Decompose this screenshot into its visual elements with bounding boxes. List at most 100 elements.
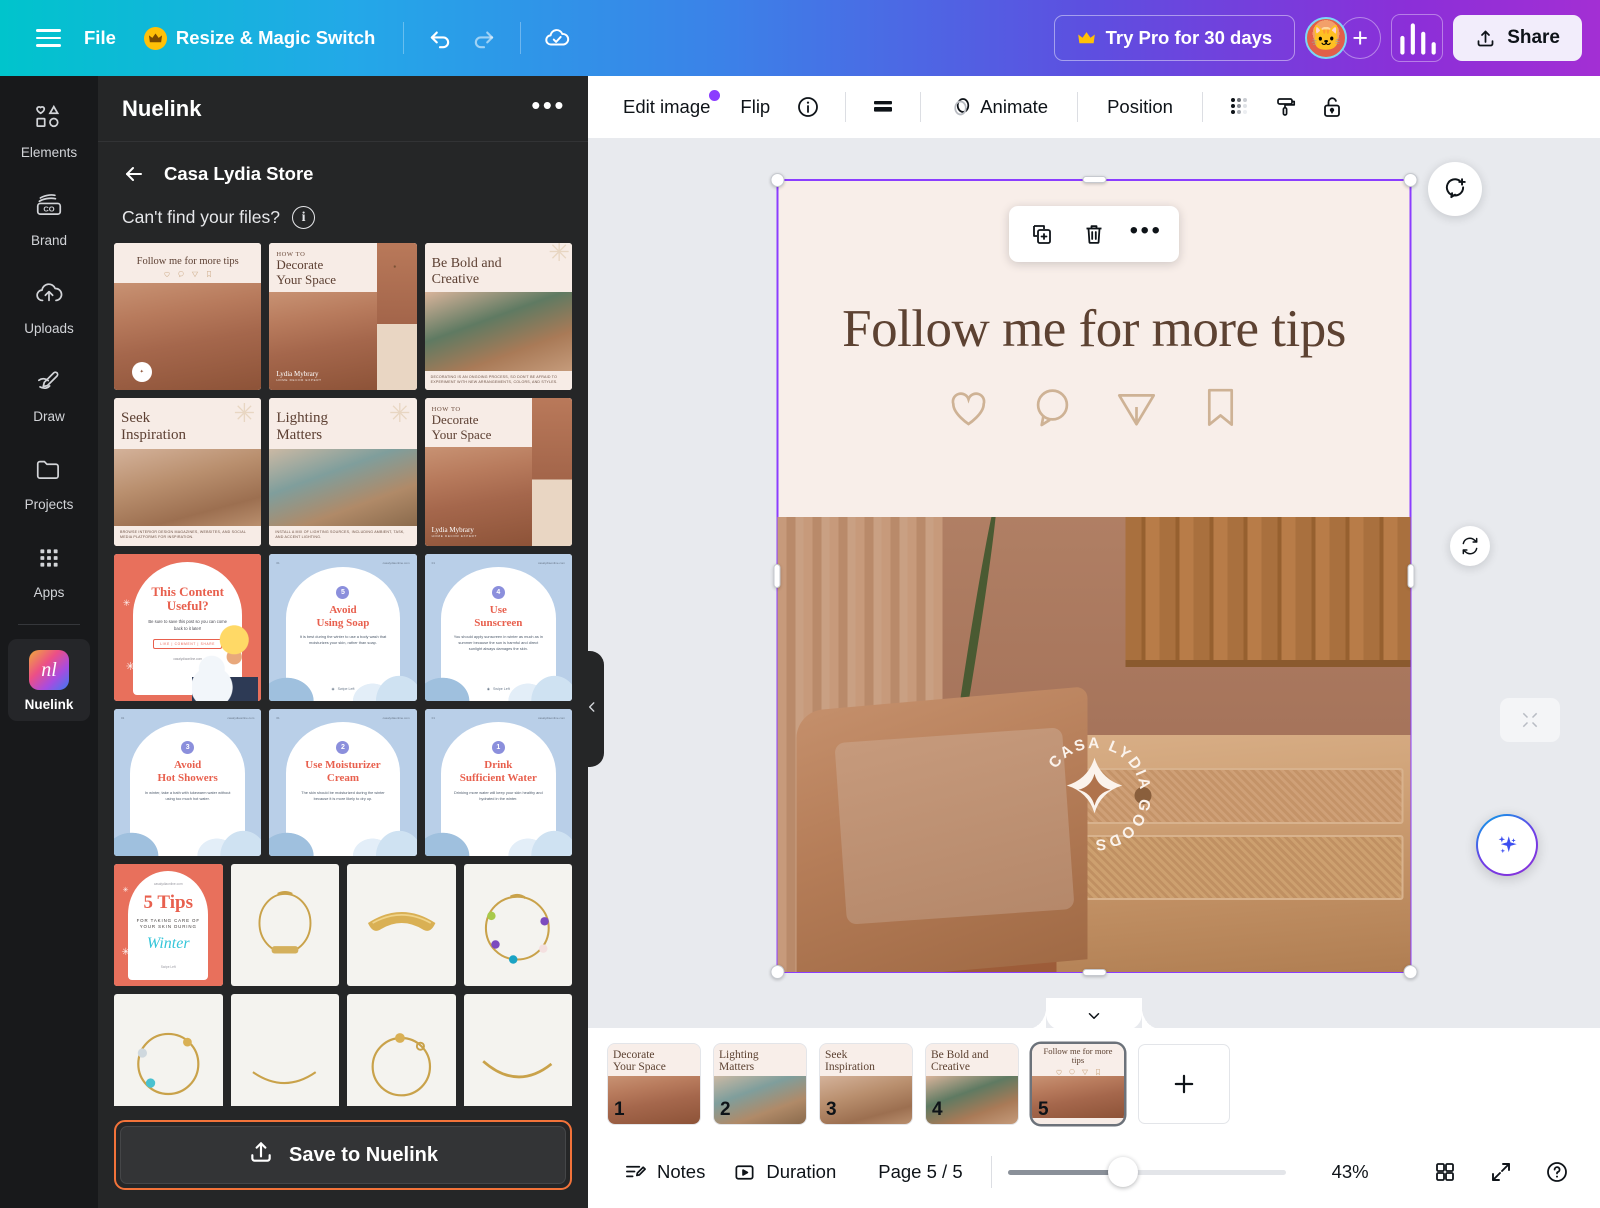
zoom-knob[interactable] [1107, 1157, 1138, 1187]
nuelink-panel: Nuelink ••• Casa Lydia Store Can't find … [98, 76, 588, 1208]
animate-button[interactable]: Animate [937, 86, 1061, 128]
sidebar-item-apps[interactable]: Apps [8, 532, 90, 609]
layers-icon[interactable] [862, 86, 904, 128]
asset-thumbnail[interactable]: ✳ Lighting Matters INSTALL A MIX OF LIGH… [269, 398, 417, 546]
design-canvas[interactable]: Follow me for more tips CASA LYDIA GOODS [770, 173, 1418, 979]
sidebar-item-projects[interactable]: Projects [8, 444, 90, 521]
resize-handle-br[interactable] [1403, 965, 1418, 979]
file-menu-button[interactable]: File [70, 18, 130, 58]
asset-thumbnail[interactable] [347, 864, 456, 986]
save-to-nuelink-button[interactable]: Save to Nuelink [120, 1126, 566, 1184]
canvas-area[interactable]: Follow me for more tips CASA LYDIA GOODS… [588, 138, 1600, 1028]
bookmark-icon [1095, 1069, 1100, 1076]
asset-thumbnail[interactable] [347, 993, 456, 1106]
page-thumbnail-4[interactable]: Be Bold and Creative 4 [926, 1044, 1018, 1124]
resize-handle-tr[interactable] [1403, 173, 1418, 187]
jewelry-charm-bracelet [347, 993, 456, 1106]
position-button[interactable]: Position [1094, 87, 1186, 127]
expand-icon[interactable] [1480, 1151, 1522, 1193]
collaborators: 🐱 + [1305, 17, 1382, 59]
asset-swipe: ◉ Swipe Left [486, 686, 510, 691]
duration-button[interactable]: Duration [719, 1152, 850, 1193]
redo-icon[interactable] [462, 16, 506, 60]
sidebar-item-brand[interactable]: CO Brand [8, 180, 90, 257]
asset-thumbnail[interactable]: Follow me for more tips ✦ [114, 243, 262, 391]
pages-collapse-button[interactable] [1024, 998, 1164, 1030]
magic-sparkle-button[interactable] [1476, 814, 1538, 876]
grid-dots-icon [34, 543, 64, 578]
page-thumbnail-1[interactable]: Decorate Your Space 1 [608, 1044, 700, 1124]
trash-icon[interactable] [1073, 214, 1115, 254]
edit-image-button[interactable]: Edit image [610, 87, 723, 127]
resize-handle-left[interactable] [773, 564, 781, 588]
sidebar-item-nuelink[interactable]: nl Nuelink [8, 639, 90, 721]
asset-thumbnail[interactable] [463, 993, 572, 1106]
ellipsis-icon[interactable]: ••• [1125, 214, 1167, 254]
asset-title: Avoid Using Soap [316, 604, 370, 629]
unlock-icon[interactable] [1311, 86, 1353, 128]
asset-thumbnail[interactable]: ✳ Be Bold and Creative DECORATING IS AN … [424, 243, 572, 391]
resize-handle-tl[interactable] [770, 173, 785, 187]
notes-button[interactable]: Notes [610, 1152, 719, 1193]
asset-thumbnail[interactable] [230, 864, 339, 986]
page-indicator: Page 5 / 5 [878, 1161, 963, 1182]
instagram-icons-row [944, 383, 1244, 431]
asset-thumbnail[interactable]: HOW TO Decorate Your Space Lydia Mybrary… [269, 243, 417, 391]
asset-thumbnail[interactable]: 01 casalydiaonline.com 3 Avoid Hot Shower… [114, 708, 262, 857]
paint-roller-icon[interactable] [1265, 86, 1307, 128]
add-page-button[interactable] [1138, 1044, 1230, 1124]
send-icon [1117, 394, 1155, 426]
page-number: 5 [1038, 1099, 1049, 1120]
sidebar-item-uploads[interactable]: Uploads [8, 268, 90, 345]
asset-thumbnail[interactable]: 01 casalydiaonline.com 5 Avoid Using Soap… [269, 553, 417, 701]
pages-strip[interactable]: Decorate Your Space 1 Lighting Matters 2 [588, 1028, 1600, 1136]
add-comment-button[interactable] [1428, 162, 1482, 216]
avatar[interactable]: 🐱 [1305, 17, 1348, 59]
resize-handle-right[interactable] [1407, 564, 1415, 588]
star-decoration: ✳ [233, 398, 256, 429]
flip-button[interactable]: Flip [727, 87, 783, 127]
design-photo-block[interactable]: CASA LYDIA GOODS [777, 516, 1411, 972]
resize-magic-switch-button[interactable]: Resize & Magic Switch [130, 18, 389, 59]
replace-image-button[interactable] [1450, 526, 1490, 566]
asset-thumbnail[interactable]: ✳ Seek Inspiration BROWSE INTERIOR DESIG… [114, 398, 262, 546]
share-button[interactable]: Share [1453, 15, 1582, 61]
panel-collapse-button[interactable] [580, 651, 604, 767]
resize-handle-bottom[interactable] [1082, 969, 1106, 976]
hamburger-icon[interactable] [26, 16, 70, 60]
info-icon[interactable] [787, 86, 829, 128]
asset-thumbnail[interactable]: 01 casalydiaonline.com 1 Drink Sufficient… [424, 708, 572, 857]
undo-icon[interactable] [418, 16, 462, 60]
asset-thumbnail[interactable]: ✳ ✳ ✳ casalydiaonline.com 5 Tips FOR TAK… [114, 864, 223, 986]
grid-view-icon[interactable] [1424, 1151, 1466, 1193]
page-thumbnail-3[interactable]: Seek Inspiration 3 [820, 1044, 912, 1124]
assets-grid-row6 [114, 993, 572, 1106]
asset-thumbnail[interactable]: 01 casalydiaonline.com 2 Use Moisturizer … [269, 708, 417, 857]
sidebar-item-draw[interactable]: Draw [8, 356, 90, 433]
resize-handle-bl[interactable] [770, 965, 785, 979]
asset-thumbnail[interactable]: HOW TO Decorate Your Space Lydia Mybrary… [424, 398, 572, 546]
transparency-icon[interactable] [1219, 86, 1261, 128]
duplicate-icon[interactable] [1021, 214, 1063, 254]
zoom-slider[interactable] [1007, 1157, 1286, 1187]
sidebar-item-elements[interactable]: Elements [8, 92, 90, 169]
try-pro-button[interactable]: Try Pro for 30 days [1053, 15, 1296, 61]
bar-chart-icon[interactable] [1391, 14, 1444, 62]
asset-thumbnail[interactable] [114, 993, 223, 1106]
page-thumbnail-2[interactable]: Lighting Matters 2 [714, 1044, 806, 1124]
heart-icon [164, 271, 170, 277]
asset-thumbnail[interactable]: 01 casalydiaonline.com 4 Use Sunscreen Yo… [424, 553, 572, 701]
page-header: Decorate Your Space [608, 1044, 700, 1076]
asset-thumbnail[interactable] [230, 993, 339, 1106]
page-thumbnail-5[interactable]: Follow me for more tips 5 [1032, 1044, 1124, 1124]
resize-handle-top[interactable] [1082, 176, 1106, 183]
info-icon[interactable]: i [292, 206, 316, 229]
assets-grid-scroll[interactable]: Follow me for more tips ✦ HOW TO Decorat… [98, 243, 588, 1106]
asset-thumbnail[interactable]: ✳ ✳ ✳ This Content Useful? Be sure to sa… [114, 553, 262, 701]
ig-icons [1037, 1065, 1119, 1076]
asset-thumbnail[interactable] [463, 864, 572, 986]
cloud-saved-icon[interactable] [535, 16, 579, 60]
arrow-left-icon[interactable] [122, 162, 146, 186]
ellipsis-icon[interactable]: ••• [531, 92, 566, 126]
help-icon[interactable] [1536, 1151, 1578, 1193]
